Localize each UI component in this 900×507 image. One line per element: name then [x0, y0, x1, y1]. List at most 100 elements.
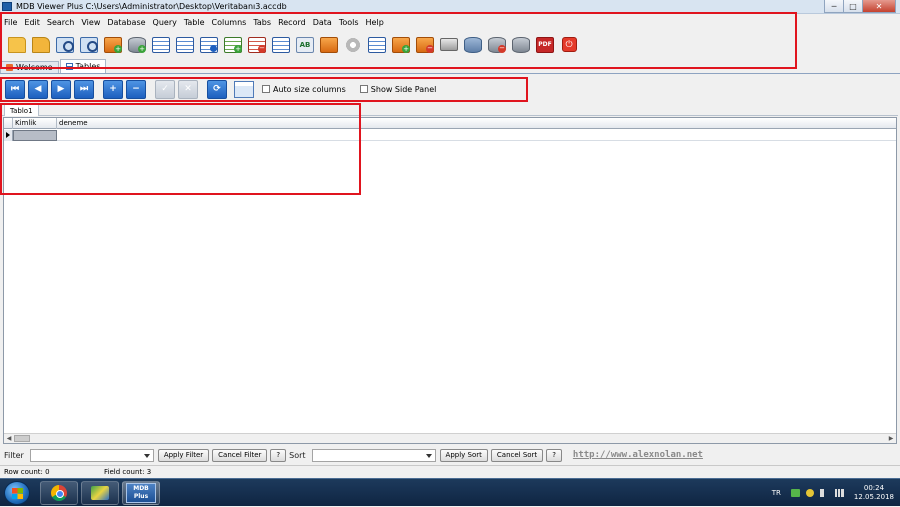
- rename-button[interactable]: AB: [294, 34, 316, 56]
- import-button[interactable]: [366, 34, 388, 56]
- print-button[interactable]: [438, 34, 460, 56]
- cancel-sort-button[interactable]: Cancel Sort: [490, 448, 544, 462]
- cancel-edit-button[interactable]: ✕: [178, 79, 198, 99]
- previous-record-button[interactable]: ◀: [28, 79, 48, 99]
- sort-help-button[interactable]: ?: [546, 448, 562, 462]
- document-tabs: Welcome Tables: [0, 59, 900, 74]
- menu-edit[interactable]: Edit: [24, 18, 40, 27]
- exit-button[interactable]: ⏻: [558, 34, 580, 56]
- horizontal-scrollbar[interactable]: ◀ ▶: [4, 433, 896, 443]
- table-add-button[interactable]: +: [222, 34, 244, 56]
- grid-cell-kimlik[interactable]: [13, 130, 57, 141]
- column-header-kimlik[interactable]: Kimlik: [13, 118, 57, 129]
- database-tools-icon: [464, 36, 482, 53]
- language-indicator[interactable]: TR: [772, 489, 781, 497]
- database-gray-icon: [512, 36, 530, 53]
- last-record-button[interactable]: ⏭: [74, 79, 94, 99]
- sort-combo[interactable]: [311, 448, 436, 462]
- copy-tables-button[interactable]: [150, 34, 172, 56]
- table-info-button[interactable]: [198, 34, 220, 56]
- next-record-button[interactable]: ▶: [51, 79, 71, 99]
- export-add-button[interactable]: +: [390, 34, 412, 56]
- menu-columns[interactable]: Columns: [212, 18, 247, 27]
- update-icon[interactable]: [805, 489, 814, 497]
- database-tools-button[interactable]: [462, 34, 484, 56]
- menu-table[interactable]: Table: [184, 18, 205, 27]
- table-info-icon: [200, 36, 218, 53]
- apply-filter-button[interactable]: Apply Filter: [157, 448, 210, 462]
- find-button[interactable]: [78, 34, 100, 56]
- menu-view[interactable]: View: [81, 18, 100, 27]
- open-recent-button[interactable]: [30, 34, 52, 56]
- cancel-filter-button[interactable]: Cancel Filter: [212, 448, 268, 462]
- scroll-left-icon[interactable]: ◀: [4, 434, 14, 443]
- volume-icon[interactable]: [819, 489, 829, 497]
- menu-help[interactable]: Help: [366, 18, 384, 27]
- add-record-button[interactable]: +: [103, 79, 123, 99]
- menu-tools[interactable]: Tools: [339, 18, 359, 27]
- close-button[interactable]: ✕: [862, 0, 896, 13]
- table-row[interactable]: [4, 130, 896, 141]
- filter-combo[interactable]: [29, 448, 154, 462]
- database-gray-button[interactable]: [510, 34, 532, 56]
- clock-date: 12.05.2018: [853, 493, 894, 501]
- menu-database[interactable]: Database: [107, 18, 145, 27]
- find-icon: [80, 36, 98, 53]
- data-grid[interactable]: Kimlik deneme ◀ ▶: [3, 117, 897, 444]
- row-selector-arrow-icon[interactable]: [4, 130, 13, 141]
- title-bar: MDB Viewer Plus C:\Users\Administrator\D…: [0, 0, 900, 14]
- system-tray: TR 00:24 12.05.2018: [764, 479, 894, 507]
- menu-query[interactable]: Query: [153, 18, 177, 27]
- network-icon[interactable]: [834, 489, 844, 497]
- database-remove-button[interactable]: −: [486, 34, 508, 56]
- virtualbox-icon: [91, 486, 109, 500]
- scrollbar-thumb[interactable]: [14, 435, 30, 442]
- action-center-flag-icon[interactable]: [790, 489, 800, 497]
- edit-table-button[interactable]: [270, 34, 292, 56]
- filter-help-button[interactable]: ?: [270, 448, 287, 462]
- delete-record-button[interactable]: −: [126, 79, 146, 99]
- menu-data[interactable]: Data: [313, 18, 332, 27]
- taskbar-chrome[interactable]: [40, 481, 78, 505]
- settings-button[interactable]: [342, 34, 364, 56]
- mdb-viewer-icon: MDB Plus: [126, 483, 156, 503]
- taskbar-virtual-machine[interactable]: [81, 481, 119, 505]
- maximize-button[interactable]: □: [843, 0, 863, 13]
- search-database-button[interactable]: [54, 34, 76, 56]
- tab-welcome[interactable]: Welcome: [0, 61, 59, 73]
- menu-record[interactable]: Record: [278, 18, 306, 27]
- column-header-deneme[interactable]: deneme: [57, 118, 895, 129]
- apply-sort-button[interactable]: Apply Sort: [439, 448, 488, 462]
- scroll-right-icon[interactable]: ▶: [886, 434, 896, 443]
- table-tabs: Tablo1: [2, 104, 898, 116]
- post-edit-button[interactable]: ✓: [155, 79, 175, 99]
- pdf-export-button[interactable]: PDF: [534, 34, 556, 56]
- export-delete-button[interactable]: −: [414, 34, 436, 56]
- clock[interactable]: 00:24 12.05.2018: [854, 484, 894, 502]
- minimize-button[interactable]: ─: [824, 0, 844, 13]
- export-button[interactable]: [318, 34, 340, 56]
- welcome-icon: [6, 64, 13, 71]
- show-side-panel-checkbox[interactable]: Show Side Panel: [359, 85, 436, 94]
- database-add-button[interactable]: +: [126, 34, 148, 56]
- menu-file[interactable]: File: [4, 18, 17, 27]
- tables-icon: [65, 63, 73, 70]
- sql-query-add-button[interactable]: +: [102, 34, 124, 56]
- open-folder-button[interactable]: [6, 34, 28, 56]
- auto-size-columns-checkbox[interactable]: Auto size columns: [262, 85, 346, 94]
- side-panel-icon[interactable]: [234, 80, 254, 98]
- menu-search[interactable]: Search: [47, 18, 74, 27]
- refresh-button[interactable]: ⟳: [207, 79, 227, 99]
- website-link[interactable]: http://www.alexnolan.net: [573, 450, 703, 460]
- settings-gear-icon: [344, 36, 362, 53]
- taskbar-mdb-viewer[interactable]: MDB Plus: [122, 481, 160, 505]
- table-structure-button[interactable]: [174, 34, 196, 56]
- tab-tablo1[interactable]: Tablo1: [4, 104, 39, 116]
- menu-tabs[interactable]: Tabs: [253, 18, 271, 27]
- table-delete-button[interactable]: −: [246, 34, 268, 56]
- start-button[interactable]: [4, 481, 30, 505]
- grid-cell-deneme[interactable]: [57, 130, 895, 141]
- first-record-button[interactable]: ⏮: [5, 79, 25, 99]
- checkbox-icon: [262, 85, 270, 93]
- tab-tables[interactable]: Tables: [59, 59, 107, 73]
